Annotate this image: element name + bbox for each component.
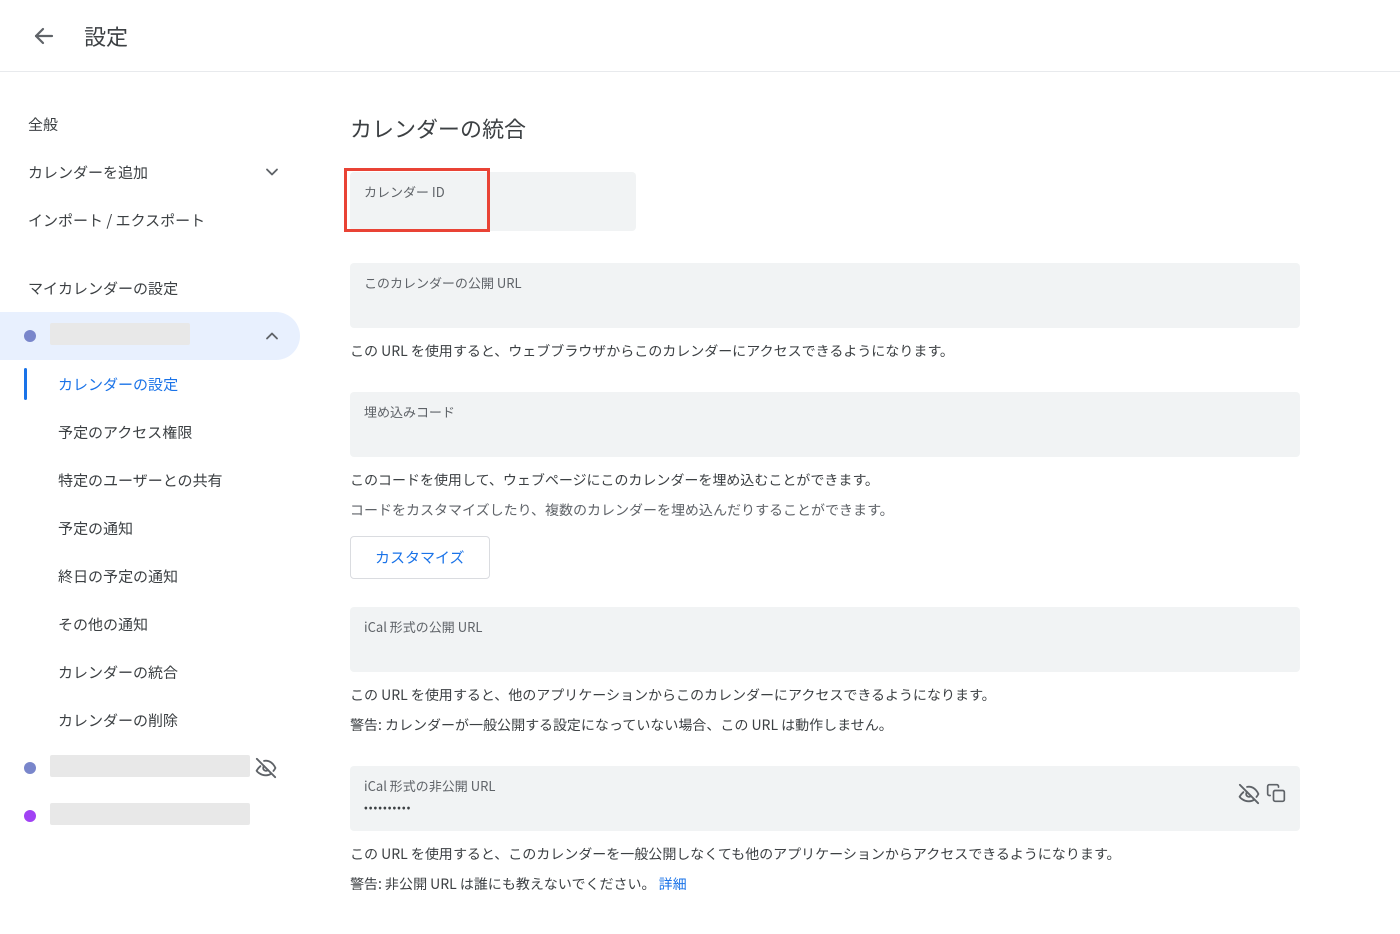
ical-private-field[interactable]: iCal 形式の非公開 URL •••••••••• — [350, 766, 1300, 831]
header: 設定 — [0, 0, 1400, 72]
field-label: このカレンダーの公開 URL — [364, 273, 1286, 292]
body: 全般 カレンダーを追加 インポート / エクスポート マイカレンダーの設定 カレ… — [0, 72, 1400, 934]
sidebar-sub-calendar-delete[interactable]: カレンダーの削除 — [0, 696, 300, 744]
sidebar: 全般 カレンダーを追加 インポート / エクスポート マイカレンダーの設定 カレ… — [0, 72, 300, 934]
embed-helper-2: コードをカスタマイズしたり、複数のカレンダーを埋め込んだりすることができます。 — [350, 499, 1300, 523]
sidebar-sub-event-notifications[interactable]: 予定の通知 — [0, 504, 300, 552]
sidebar-sub-calendar-integration[interactable]: カレンダーの統合 — [0, 648, 300, 696]
section-title: カレンダーの統合 — [350, 112, 1300, 144]
sidebar-item-import-export[interactable]: インポート / エクスポート — [0, 196, 300, 244]
ical-public-helper-1: この URL を使用すると、他のアプリケーションからこのカレンダーにアクセスでき… — [350, 684, 1300, 708]
ical-public-field[interactable]: iCal 形式の公開 URL — [350, 607, 1300, 672]
sidebar-sub-event-access[interactable]: 予定のアクセス権限 — [0, 408, 300, 456]
field-value-masked: •••••••••• — [364, 799, 1234, 817]
field-value — [364, 296, 1286, 314]
page-title: 設定 — [84, 20, 128, 52]
chevron-down-icon — [262, 162, 282, 182]
detail-link[interactable]: 詳細 — [659, 874, 687, 894]
customize-button[interactable]: カスタマイズ — [350, 536, 490, 579]
ical-public-helper-2: 警告: カレンダーが一般公開する設定になっていない場合、この URL は動作しま… — [350, 714, 1300, 738]
calendar-name — [50, 803, 250, 830]
calendar-name — [50, 755, 250, 782]
sidebar-item-add-calendar[interactable]: カレンダーを追加 — [0, 148, 300, 196]
copy-icon[interactable] — [1266, 783, 1286, 810]
public-url-field[interactable]: このカレンダーの公開 URL — [350, 263, 1300, 328]
field-value — [364, 640, 1286, 658]
calendar-id-field[interactable]: カレンダー ID — [350, 172, 636, 231]
field-label: iCal 形式の非公開 URL — [364, 776, 1234, 795]
sidebar-sub-other-notifications[interactable]: その他の通知 — [0, 600, 300, 648]
sidebar-sub-allday-notifications[interactable]: 終日の予定の通知 — [0, 552, 300, 600]
field-label: 埋め込みコード — [364, 402, 1286, 421]
visibility-off-icon[interactable] — [250, 757, 282, 779]
ical-private-helper-2: 警告: 非公開 URL は誰にも教えないでください。 詳細 — [350, 873, 1300, 897]
chevron-up-icon — [262, 326, 282, 346]
field-value — [364, 425, 1286, 443]
embed-helper-1: このコードを使用して、ウェブページにこのカレンダーを埋め込むことができます。 — [350, 469, 1300, 493]
field-value — [364, 205, 622, 223]
calendar-color-dot — [24, 330, 36, 342]
arrow-back-icon — [32, 24, 56, 48]
sidebar-calendar-selected[interactable] — [0, 312, 300, 360]
calendar-color-dot — [24, 810, 36, 822]
ical-private-helper-1: この URL を使用すると、このカレンダーを一般公開しなくても他のアプリケーショ… — [350, 843, 1300, 867]
embed-code-field[interactable]: 埋め込みコード — [350, 392, 1300, 457]
sidebar-sub-list: カレンダーの設定 予定のアクセス権限 特定のユーザーとの共有 予定の通知 終日の… — [0, 360, 300, 744]
sidebar-sub-calendar-settings[interactable]: カレンダーの設定 — [0, 360, 300, 408]
sidebar-sub-share-specific[interactable]: 特定のユーザーとの共有 — [0, 456, 300, 504]
field-label: カレンダー ID — [364, 182, 622, 201]
sidebar-calendar-item[interactable] — [0, 792, 300, 840]
calendar-id-container: カレンダー ID — [350, 172, 636, 245]
back-button[interactable] — [24, 16, 64, 56]
field-label: iCal 形式の公開 URL — [364, 617, 1286, 636]
public-url-helper: この URL を使用すると、ウェブブラウザからこのカレンダーにアクセスできるよう… — [350, 340, 1300, 364]
content: カレンダーの統合 カレンダー ID このカレンダーの公開 URL この URL … — [300, 72, 1400, 934]
calendar-color-dot — [24, 762, 36, 774]
calendar-name — [50, 323, 262, 350]
sidebar-item-general[interactable]: 全般 — [0, 100, 300, 148]
sidebar-section-my-calendars: マイカレンダーの設定 — [0, 264, 300, 312]
sidebar-item-label: カレンダーを追加 — [28, 162, 148, 183]
sidebar-calendar-item[interactable] — [0, 744, 300, 792]
visibility-off-icon[interactable] — [1238, 783, 1260, 810]
